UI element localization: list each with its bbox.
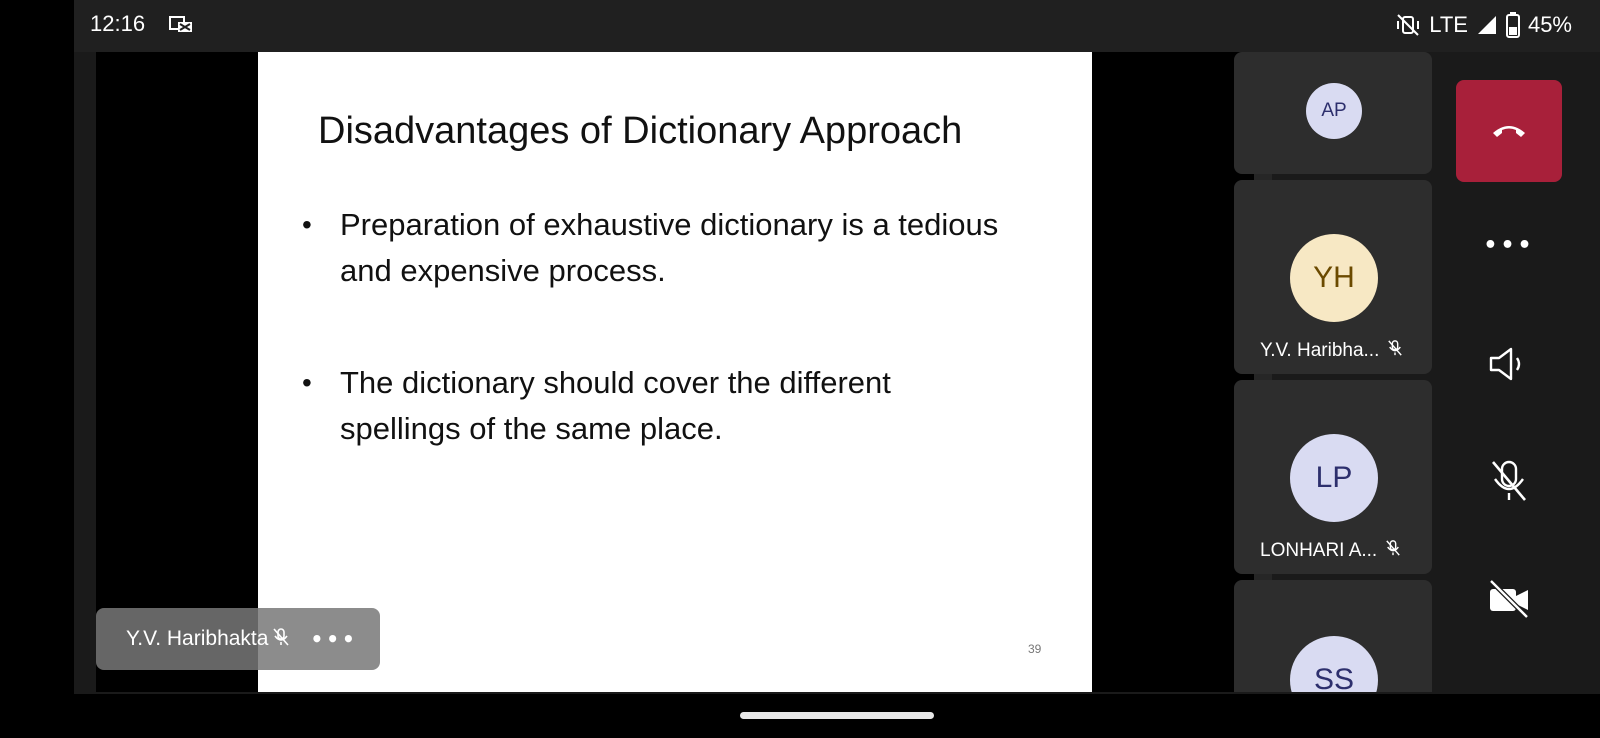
battery-percent: 45% <box>1527 12 1572 37</box>
presenter-name: Y.V. Haribhakta <box>126 627 269 650</box>
vibrate-off-icon <box>1395 13 1421 37</box>
bullet-text: Preparation of exhaustive dictionary is … <box>340 207 999 288</box>
camera-toggle-button[interactable] <box>1478 570 1540 632</box>
more-options-button[interactable]: ••• <box>1478 214 1540 276</box>
participant-name: LONHARI A... <box>1260 540 1378 561</box>
mic-off-icon <box>1385 540 1401 562</box>
signal-icon <box>1476 14 1498 36</box>
network-type: LTE <box>1429 12 1468 37</box>
home-gesture-handle[interactable] <box>740 712 934 719</box>
participant-tile[interactable]: LP LONHARI A... <box>1234 380 1432 574</box>
end-call-button[interactable] <box>1456 80 1562 182</box>
mic-off-icon <box>272 628 290 650</box>
participant-tile[interactable]: YH Y.V. Haribha... <box>1234 180 1432 374</box>
speaker-button[interactable] <box>1478 335 1540 397</box>
avatar: LP <box>1290 434 1378 522</box>
bullet-dot: • <box>302 209 312 240</box>
mic-off-icon <box>1489 459 1529 507</box>
speaker-icon <box>1487 346 1531 386</box>
navigation-bar <box>0 694 1600 738</box>
participant-name-row: LONHARI A... <box>1260 540 1401 562</box>
presentation-slide: Disadvantages of Dictionary Approach • P… <box>258 52 1092 692</box>
slide-page-number: 39 <box>1028 642 1042 656</box>
call-controls: ••• <box>1434 52 1600 692</box>
avatar: YH <box>1290 234 1378 322</box>
slide-bullet: • The dictionary should cover the differ… <box>302 360 1002 452</box>
participant-list: AP YH Y.V. Haribha... LP LONHARI A... SS <box>1234 52 1434 692</box>
mic-off-icon <box>1387 340 1403 362</box>
microphone-toggle-button[interactable] <box>1478 452 1540 514</box>
presenter-name-tag: Y.V. Haribhakta ••• <box>96 608 380 670</box>
camera-off-icon <box>1487 579 1531 623</box>
avatar: SS <box>1290 636 1378 692</box>
slide-title: Disadvantages of Dictionary Approach <box>318 110 963 152</box>
participant-tile[interactable]: SS <box>1234 580 1432 692</box>
bullet-text: The dictionary should cover the differen… <box>340 365 891 446</box>
meeting-stage: Disadvantages of Dictionary Approach • P… <box>74 52 1600 694</box>
hang-up-icon <box>1489 119 1529 143</box>
clock: 12:16 <box>90 11 146 36</box>
participant-name-row: Y.V. Haribha... <box>1260 340 1403 362</box>
status-bar: 12:16 LTE 45% <box>74 0 1600 52</box>
status-icons: LTE 45% <box>1395 10 1572 40</box>
participant-name: Y.V. Haribha... <box>1260 340 1380 361</box>
presenter-more-button[interactable]: ••• <box>310 627 357 651</box>
bullet-dot: • <box>302 367 312 398</box>
avatar: AP <box>1306 83 1362 139</box>
shared-screen[interactable]: Disadvantages of Dictionary Approach • P… <box>96 52 1254 692</box>
participant-tile[interactable]: AP <box>1234 52 1432 174</box>
slide-bullet: • Preparation of exhaustive dictionary i… <box>302 202 1002 294</box>
battery-icon <box>1505 12 1520 38</box>
screen-cast-icon <box>169 14 193 34</box>
